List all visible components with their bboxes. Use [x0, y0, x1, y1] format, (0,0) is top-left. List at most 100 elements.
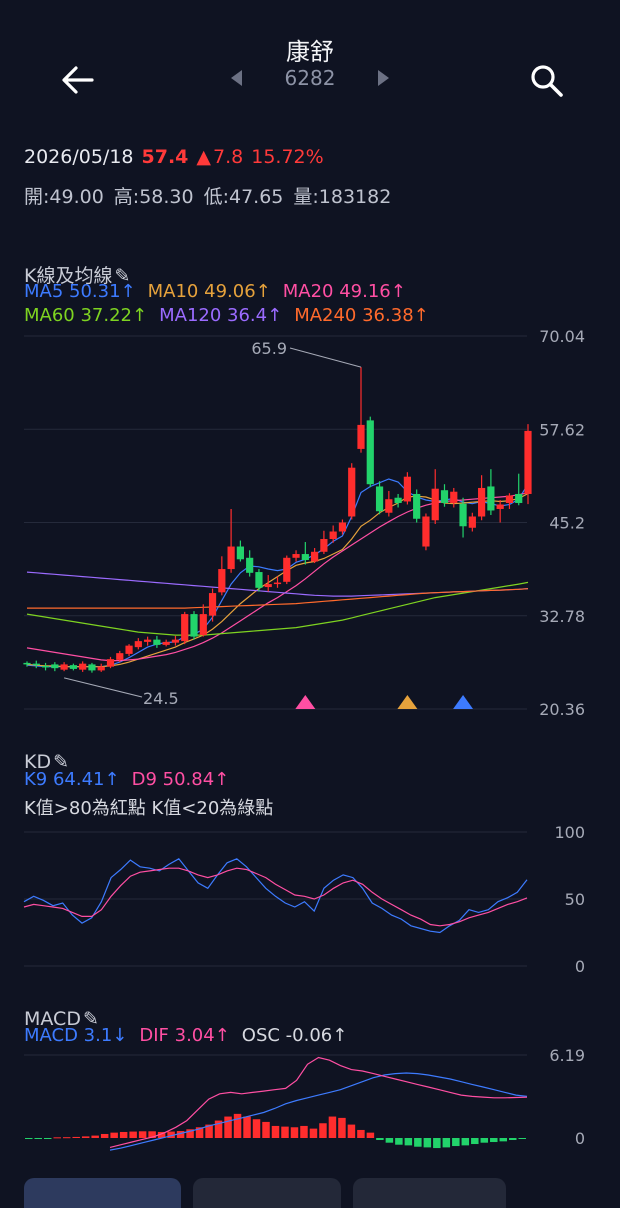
candle-body — [227, 546, 235, 570]
candle-body — [23, 662, 31, 665]
osc-bar — [53, 1137, 61, 1139]
kline-y-tick: 70.04 — [539, 327, 585, 346]
bottom-tab-2[interactable] — [193, 1178, 341, 1208]
candle-body — [144, 639, 152, 642]
osc-bar — [300, 1125, 308, 1138]
bottom-tab-3[interactable] — [353, 1178, 506, 1208]
candle-body — [41, 665, 50, 668]
candle-body — [524, 430, 532, 494]
min-annotation-leader — [63, 677, 143, 698]
osc-bar — [91, 1135, 99, 1138]
candle-body — [218, 569, 226, 593]
kd-y-tick: 50 — [565, 890, 585, 909]
candle-body — [273, 582, 282, 585]
candle-body — [320, 539, 328, 552]
osc-bar — [34, 1138, 42, 1139]
osc-bar — [328, 1116, 337, 1138]
osc-bar — [243, 1116, 251, 1138]
osc-bar — [81, 1136, 90, 1138]
osc-bar — [110, 1132, 118, 1138]
osc-bar — [490, 1138, 498, 1143]
signal-triangle-icon — [453, 695, 474, 709]
candle-body — [487, 486, 495, 511]
kd-y-tick: 0 — [575, 957, 585, 976]
candle-body — [422, 516, 430, 547]
candle-body — [515, 493, 523, 503]
candle-body — [134, 641, 142, 648]
osc-bar — [499, 1138, 508, 1142]
osc-bar — [366, 1132, 375, 1138]
kline-y-tick: 57.62 — [539, 420, 585, 439]
osc-bar — [414, 1138, 422, 1147]
candle-body — [51, 664, 59, 669]
osc-bar — [62, 1137, 71, 1139]
candle-body — [79, 663, 87, 670]
candle-body — [348, 467, 356, 517]
candle-body — [283, 557, 291, 582]
candle-body — [125, 645, 133, 654]
candle-body — [301, 554, 309, 561]
candle-body — [292, 554, 300, 558]
osc-bar — [433, 1138, 441, 1149]
osc-bar — [509, 1138, 517, 1141]
candle-body — [413, 493, 421, 519]
kline-y-tick: 45.2 — [549, 514, 585, 533]
bottom-tab-1[interactable] — [24, 1178, 181, 1208]
candle-body — [255, 572, 263, 588]
candle-body — [394, 497, 402, 503]
candle-body — [385, 499, 393, 513]
candle-body — [264, 584, 272, 588]
osc-bar — [25, 1138, 33, 1139]
osc-bar — [319, 1123, 327, 1138]
kline-y-tick: 20.36 — [539, 700, 585, 719]
osc-bar — [262, 1121, 270, 1138]
osc-bar — [376, 1138, 384, 1141]
osc-bar — [138, 1131, 147, 1138]
candle-body — [357, 424, 365, 449]
candle-body — [181, 614, 189, 642]
candle-body — [69, 665, 77, 669]
candle-body — [246, 557, 254, 573]
candle-body — [459, 503, 467, 527]
candle-body — [116, 653, 124, 660]
osc-bar — [452, 1138, 460, 1147]
candle-body — [106, 659, 115, 667]
osc-bar — [385, 1138, 394, 1143]
ma-line-ma5 — [26, 478, 529, 668]
osc-bar — [404, 1138, 413, 1146]
candle-body — [375, 486, 384, 512]
signal-triangle-icon — [397, 695, 418, 709]
candle-body — [478, 487, 486, 517]
osc-bar — [442, 1138, 451, 1148]
macd-y-tick: 0 — [575, 1129, 585, 1148]
osc-bar — [309, 1128, 318, 1138]
candle-body — [505, 495, 514, 503]
candle-body — [338, 522, 347, 532]
osc-bar — [119, 1131, 128, 1138]
osc-bar — [480, 1138, 489, 1143]
candle-body — [450, 491, 458, 503]
signal-triangle-icon — [295, 695, 316, 709]
osc-bar — [423, 1138, 432, 1148]
max-annotation-leader — [289, 347, 362, 368]
osc-bar — [290, 1127, 299, 1138]
osc-bar — [518, 1138, 526, 1139]
candle-body — [153, 639, 161, 645]
osc-bar — [338, 1117, 346, 1138]
osc-bar — [471, 1138, 479, 1145]
osc-bar — [395, 1138, 403, 1145]
macd-y-tick: 6.19 — [549, 1046, 585, 1065]
min-annotation-label: 24.5 — [143, 689, 179, 708]
candle-body — [88, 664, 96, 671]
osc-bar — [347, 1124, 356, 1138]
kline-y-tick: 32.78 — [539, 607, 585, 626]
candle-body — [366, 420, 374, 485]
osc-bar — [224, 1116, 232, 1138]
candle-body — [329, 531, 337, 540]
kd-line-k9 — [23, 858, 528, 934]
candle-body — [32, 663, 40, 666]
candle-body — [431, 488, 439, 521]
osc-bar — [100, 1133, 109, 1138]
osc-bar — [281, 1126, 289, 1138]
charts-canvas[interactable]: 70.04 57.62 45.2 32.78 20.36 65.9 24.5 100 50 0 6.… — [0, 0, 620, 1197]
